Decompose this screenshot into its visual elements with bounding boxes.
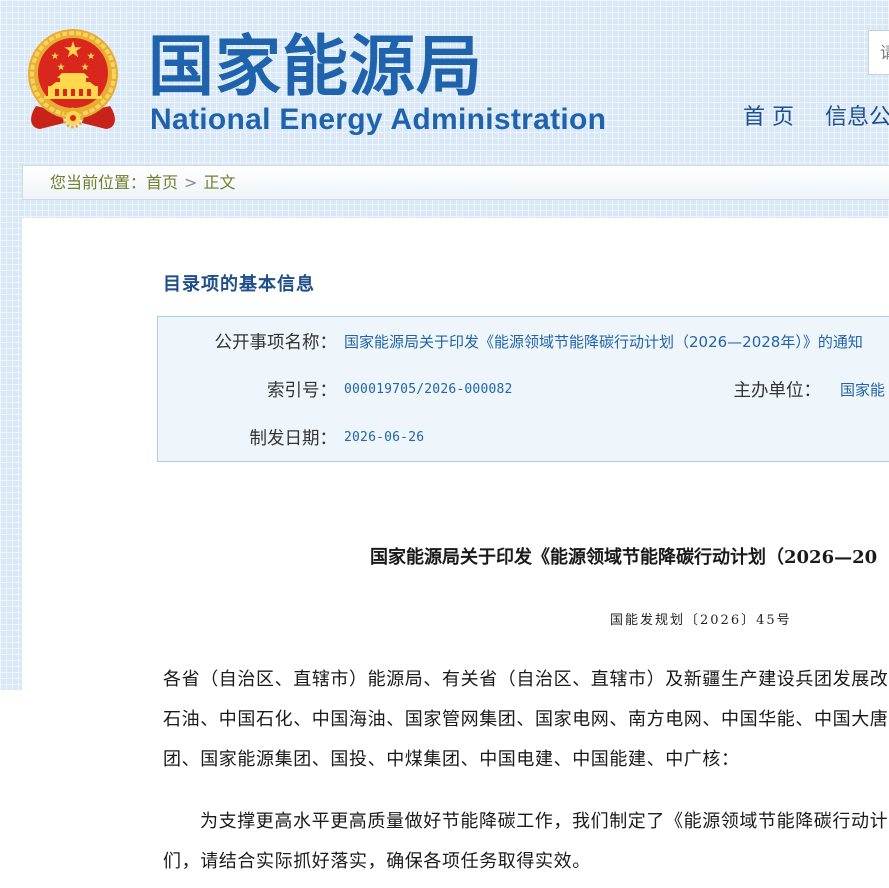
paragraph-line: 各省（自治区、直辖市）能源局、有关省（自治区、直辖市）及新疆生产建设兵团发展改 (163, 669, 889, 690)
info-label-date: 制发日期： (249, 428, 338, 449)
document-paragraph-body: 为支撑更高水平更高质量做好节能降碳工作，我们制定了《能源领域节能降碳行动计 们，… (163, 802, 889, 882)
breadcrumb-home-link[interactable]: 首页 (146, 173, 178, 192)
gate-door (63, 89, 67, 96)
info-value-issuer: 国家能 (840, 380, 886, 399)
info-label-issuer: 主办单位： (733, 380, 822, 401)
catalog-info-box: 公开事项名称： 国家能源局关于印发《能源领域节能降碳行动计划（2026—2028… (157, 316, 889, 462)
info-value-date: 2026-06-26 (344, 429, 425, 445)
gate-door (71, 89, 75, 96)
site-title: 国家能源局 (148, 28, 483, 105)
nav-item-info-disclosure[interactable]: 信息公 (825, 104, 889, 132)
breadcrumb-separator: > (184, 173, 198, 192)
page: 国家能源局 National Energy Administration 首 页… (0, 0, 889, 888)
gate-door (55, 89, 59, 96)
document-number: 国能发规划〔2026〕45号 (610, 613, 792, 628)
gate-upper-hall (60, 78, 86, 82)
document-title: 国家能源局关于印发《能源领域节能降碳行动计划（2026—20 (370, 547, 878, 568)
search-input[interactable] (868, 30, 889, 75)
document-paragraph-recipients: 各省（自治区、直辖市）能源局、有关省（自治区、直辖市）及新疆生产建设兵团发展改 … (163, 660, 889, 780)
site-subtitle: National Energy Administration (150, 103, 607, 136)
paragraph-line: 为支撑更高水平更高质量做好节能降碳工作，我们制定了《能源领域节能降碳行动计 (200, 811, 889, 832)
paragraph-line: 团、国家能源集团、国投、中煤集团、中国电建、中国能建、中广核： (163, 749, 740, 770)
info-row-index: 索引号： 000019705/2026-000082 主办单位： 国家能 (158, 365, 889, 413)
info-value-index: 000019705/2026-000082 (344, 381, 513, 397)
breadcrumb-prefix: 您当前位置： (50, 173, 147, 192)
gate-platform (44, 96, 102, 99)
gate-door (87, 89, 91, 96)
info-label-title: 公开事项名称： (214, 332, 338, 353)
catalog-info-heading: 目录项的基本信息 (163, 274, 315, 295)
gate-upper-roof (57, 73, 89, 78)
national-emblem-icon (28, 29, 118, 129)
content-panel: 目录项的基本信息 公开事项名称： 国家能源局关于印发《能源领域节能降碳行动计划（… (22, 218, 889, 888)
info-row-title: 公开事项名称： 国家能源局关于印发《能源领域节能降碳行动计划（2026—2028… (158, 317, 889, 365)
paragraph-line: 们，请结合实际抓好落实，确保各项任务取得实效。 (163, 851, 591, 872)
gate-lower-roof (51, 82, 95, 86)
gate-door (79, 89, 83, 96)
info-value-title: 国家能源局关于印发《能源领域节能降碳行动计划（2026—2028年）》的通知 (344, 332, 863, 351)
paragraph-line: 石油、中国石化、中国海油、国家管网集团、国家电网、南方电网、中国华能、中国大唐 (163, 709, 889, 730)
breadcrumb: 您当前位置：首页 > 正文 (22, 165, 889, 200)
info-label-index: 索引号： (267, 380, 337, 401)
nav-item-home[interactable]: 首 页 (743, 104, 794, 132)
gear-hub (70, 115, 76, 121)
info-row-date: 制发日期： 2026-06-26 (158, 413, 889, 461)
breadcrumb-current: 正文 (203, 173, 236, 192)
